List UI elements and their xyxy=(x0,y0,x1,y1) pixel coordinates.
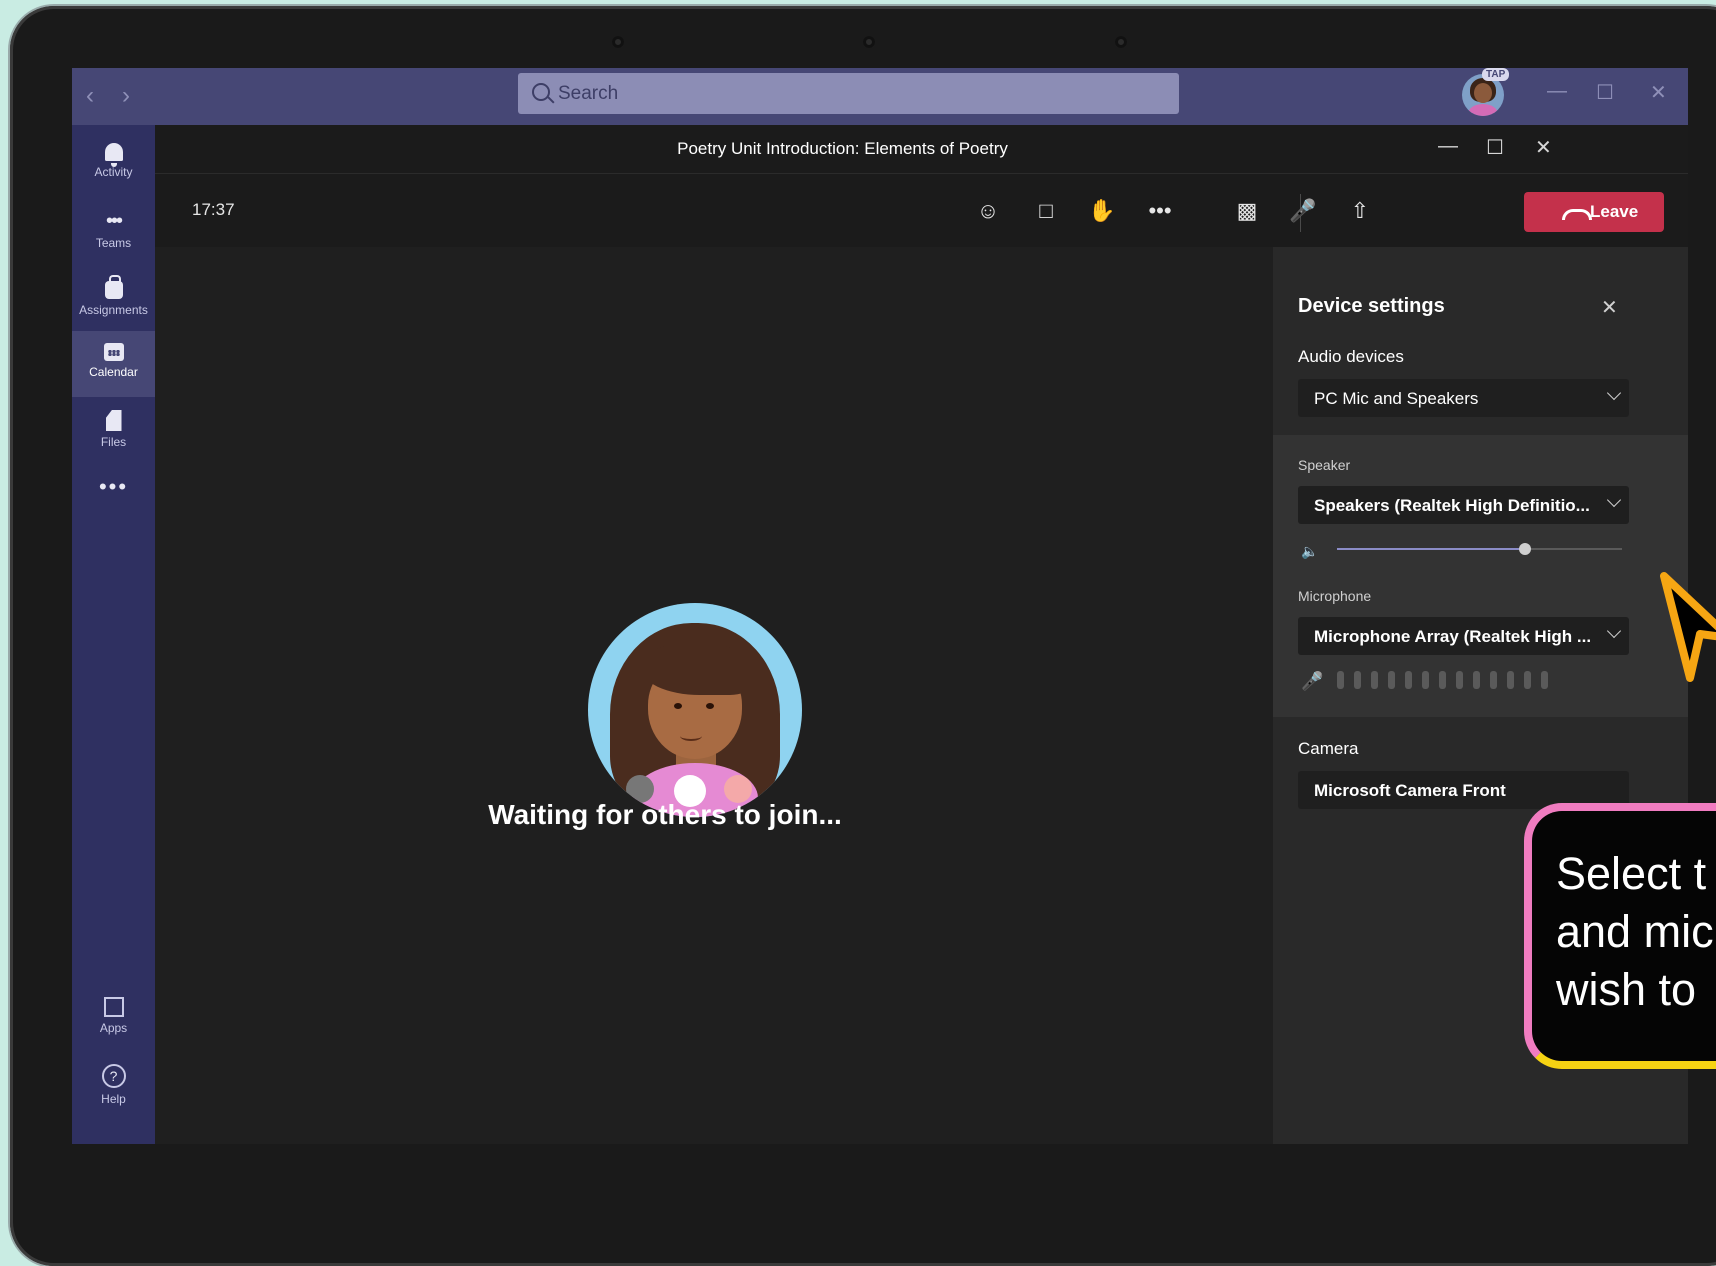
rail-item-help[interactable]: ? Help xyxy=(72,1052,155,1118)
dropdown-value: Microsoft Camera Front xyxy=(1314,781,1506,800)
mic-level-meter xyxy=(1337,671,1558,694)
hang-up-icon xyxy=(1562,209,1592,220)
waiting-message: Waiting for others to join... xyxy=(488,799,842,830)
chevron-down-icon xyxy=(1606,385,1622,401)
meeting-title: Poetry Unit Introduction: Elements of Po… xyxy=(677,139,1008,158)
app-title-bar: ‹ › Search TAP — ☐ ✕ xyxy=(72,68,1688,125)
slider-thumb[interactable] xyxy=(1519,543,1532,555)
rail-label: Teams xyxy=(95,236,132,250)
file-icon xyxy=(105,410,122,431)
camera-off-icon[interactable]: ▩ xyxy=(1232,196,1262,226)
camera-lens xyxy=(863,36,875,48)
meeting-window: Poetry Unit Introduction: Elements of Po… xyxy=(155,125,1688,1144)
mic-muted-icon[interactable]: 🎤 xyxy=(1288,196,1318,226)
search-icon xyxy=(532,83,550,101)
tutorial-callout: Select t and mic wish to xyxy=(1524,803,1716,1069)
rail-item-activity[interactable]: Activity xyxy=(72,131,155,197)
speaker-label: Speaker xyxy=(1298,457,1351,473)
chat-icon[interactable]: □ xyxy=(1031,196,1061,226)
callout-line: Select t xyxy=(1556,848,1707,899)
rail-item-files[interactable]: Files xyxy=(72,398,155,464)
search-bar[interactable]: Search xyxy=(518,73,1179,114)
leave-button[interactable]: Leave xyxy=(1524,192,1664,232)
audio-devices-label: Audio devices xyxy=(1298,347,1404,366)
rail-label: Activity xyxy=(94,165,133,179)
sensor-dot xyxy=(1115,36,1127,48)
teams-window: ‹ › Search TAP — ☐ ✕ Activity Teams xyxy=(72,68,1688,1144)
account-badge: TAP xyxy=(1482,68,1510,81)
rail-item-teams[interactable]: Teams xyxy=(72,198,155,264)
dropdown-value: Speakers (Realtek High Definitio... xyxy=(1314,496,1590,515)
chevron-down-icon xyxy=(1606,492,1622,508)
callout-text: Select t and mic wish to xyxy=(1556,845,1714,1019)
rail-label: Apps xyxy=(99,1021,128,1035)
meeting-stage: Waiting for others to join... xyxy=(155,247,1273,1144)
rail-item-calendar[interactable]: Calendar xyxy=(72,331,155,397)
maximize-icon[interactable]: ☐ xyxy=(1596,80,1614,105)
close-icon[interactable]: ✕ xyxy=(1650,80,1667,105)
meeting-close-icon[interactable]: ✕ xyxy=(1535,135,1552,160)
slider-fill xyxy=(1337,548,1526,550)
audio-devices-dropdown[interactable]: PC Mic and Speakers xyxy=(1298,379,1629,417)
participants-icon[interactable]: ☺ xyxy=(973,196,1003,226)
meeting-maximize-icon[interactable]: ☐ xyxy=(1486,135,1504,160)
meeting-timer: 17:37 xyxy=(192,200,235,219)
minimize-icon[interactable]: — xyxy=(1547,80,1567,103)
rail-item-apps[interactable]: Apps xyxy=(72,985,155,1051)
panel-title: Device settings xyxy=(1298,295,1445,317)
teams-icon xyxy=(102,210,126,232)
more-actions-icon[interactable]: ••• xyxy=(1145,196,1175,226)
bell-icon xyxy=(104,143,123,167)
rail-label: Calendar xyxy=(89,365,138,379)
app-rail: Activity Teams Assignments Calendar File… xyxy=(72,125,155,1144)
meeting-toolbar: 17:37 ☺ □ ✋ ••• ▩ 🎤 ⇧ Leave xyxy=(155,174,1688,247)
leave-label: Leave xyxy=(1590,202,1639,221)
participant-avatar xyxy=(588,603,802,817)
rail-more-button[interactable]: ••• xyxy=(72,474,155,517)
meeting-title-bar: Poetry Unit Introduction: Elements of Po… xyxy=(155,125,1688,174)
dropdown-value: Microphone Array (Realtek High ... xyxy=(1314,627,1592,646)
callout-line: wish to xyxy=(1556,964,1697,1015)
apps-icon xyxy=(103,997,124,1017)
back-arrow-icon[interactable]: ‹ xyxy=(86,82,94,110)
more-dots-icon: ••• xyxy=(98,474,129,499)
callout-line: and mic xyxy=(1556,906,1714,957)
help-icon: ? xyxy=(101,1064,126,1088)
meeting-minimize-icon[interactable]: — xyxy=(1438,135,1458,158)
share-screen-icon[interactable]: ⇧ xyxy=(1345,196,1375,226)
assignments-icon xyxy=(104,275,123,299)
mic-muted-icon: 🎤 xyxy=(1301,671,1324,691)
speaker-volume-icon: 🔈 xyxy=(1301,543,1319,559)
microphone-dropdown[interactable]: Microphone Array (Realtek High ... xyxy=(1298,617,1629,655)
laptop-frame: ‹ › Search TAP — ☐ ✕ Activity Teams xyxy=(10,6,1716,1266)
forward-arrow-icon[interactable]: › xyxy=(122,82,130,110)
raise-hand-icon[interactable]: ✋ xyxy=(1087,196,1117,226)
speaker-dropdown[interactable]: Speakers (Realtek High Definitio... xyxy=(1298,486,1629,524)
calendar-icon xyxy=(103,343,124,361)
rail-item-assignments[interactable]: Assignments xyxy=(72,265,155,331)
camera-label: Camera xyxy=(1298,739,1359,758)
microphone-label: Microphone xyxy=(1298,588,1372,604)
chevron-down-icon xyxy=(1606,623,1622,639)
panel-close-icon[interactable]: ✕ xyxy=(1601,295,1618,320)
rail-label: Help xyxy=(101,1092,126,1106)
sensor-dot xyxy=(612,36,624,48)
dropdown-value: PC Mic and Speakers xyxy=(1314,389,1479,408)
rail-label: Files xyxy=(100,435,127,449)
speaker-volume-slider[interactable] xyxy=(1337,543,1622,555)
rail-label: Assignments xyxy=(79,303,148,317)
cursor-pointer-icon xyxy=(1660,572,1716,682)
search-placeholder: Search xyxy=(558,83,619,104)
